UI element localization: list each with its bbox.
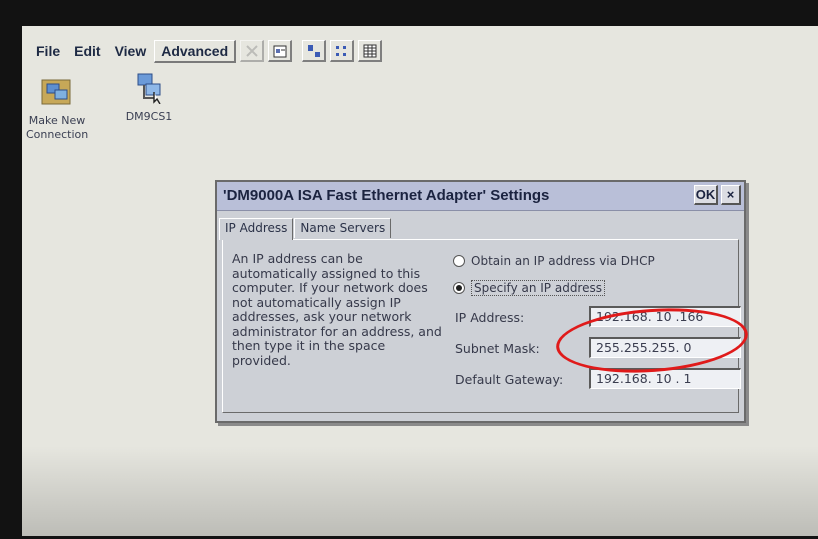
menu-bar: File Edit View Advanced (30, 38, 383, 64)
menu-advanced[interactable]: Advanced (154, 39, 237, 63)
tab-ip-address[interactable]: IP Address (219, 218, 294, 240)
subnet-mask-input[interactable]: 255.255.255. 0 (589, 337, 741, 358)
make-new-connection-shortcut[interactable]: Make New Connection (26, 74, 88, 142)
dm9cs1-connection-shortcut[interactable]: DM9CS1 (116, 70, 182, 124)
menu-file[interactable]: File (30, 41, 66, 61)
delete-icon (245, 44, 258, 57)
properties-icon (273, 45, 287, 57)
close-button[interactable]: × (721, 185, 741, 205)
large-icons-button[interactable] (302, 40, 327, 62)
ip-address-input[interactable]: 192.168. 10 .166 (589, 306, 741, 327)
network-adapter-icon (132, 70, 166, 105)
default-gateway-input[interactable]: 192.168. 10 . 1 (589, 368, 741, 389)
close-icon: × (726, 187, 735, 202)
menu-edit[interactable]: Edit (68, 41, 106, 61)
ip-description-text: An IP address can be automatically assig… (232, 251, 442, 368)
make-new-connection-label-2: Connection (26, 128, 89, 141)
dm9cs1-label: DM9CS1 (125, 110, 173, 123)
delete-button[interactable] (240, 40, 265, 62)
details-button[interactable] (358, 40, 383, 62)
radio-specify-label: Specify an IP address (471, 280, 605, 296)
properties-button[interactable] (268, 40, 293, 62)
ip-address-label: IP Address: (455, 310, 525, 325)
details-icon (363, 44, 377, 57)
ok-button[interactable]: OK (694, 185, 718, 205)
adapter-settings-dialog: 'DM9000A ISA Fast Ethernet Adapter' Sett… (215, 180, 746, 423)
radio-specify-button[interactable] (453, 282, 465, 294)
device-screen: File Edit View Advanced Make New Connect… (22, 26, 818, 536)
tab-name-servers[interactable]: Name Servers (294, 218, 392, 238)
radio-specify-ip[interactable]: Specify an IP address (453, 280, 605, 296)
dialog-titlebar: 'DM9000A ISA Fast Ethernet Adapter' Sett… (217, 182, 744, 211)
dialog-title: 'DM9000A ISA Fast Ethernet Adapter' Sett… (223, 187, 550, 204)
radio-dhcp-label: Obtain an IP address via DHCP (471, 254, 655, 268)
large-icons-icon (307, 44, 320, 57)
network-folder-icon (40, 74, 74, 108)
small-icons-button[interactable] (330, 40, 355, 62)
make-new-connection-label-1: Make New (28, 114, 86, 127)
default-gateway-label: Default Gateway: (455, 372, 564, 387)
ip-address-panel: An IP address can be automatically assig… (222, 239, 741, 413)
radio-obtain-dhcp[interactable]: Obtain an IP address via DHCP (453, 254, 655, 268)
subnet-mask-label: Subnet Mask: (455, 341, 540, 356)
screen-shading (22, 446, 818, 536)
radio-dhcp-button[interactable] (453, 255, 465, 267)
small-icons-icon (335, 45, 346, 56)
tab-strip: IP Address Name Servers (219, 218, 392, 240)
menu-view[interactable]: View (109, 41, 153, 61)
